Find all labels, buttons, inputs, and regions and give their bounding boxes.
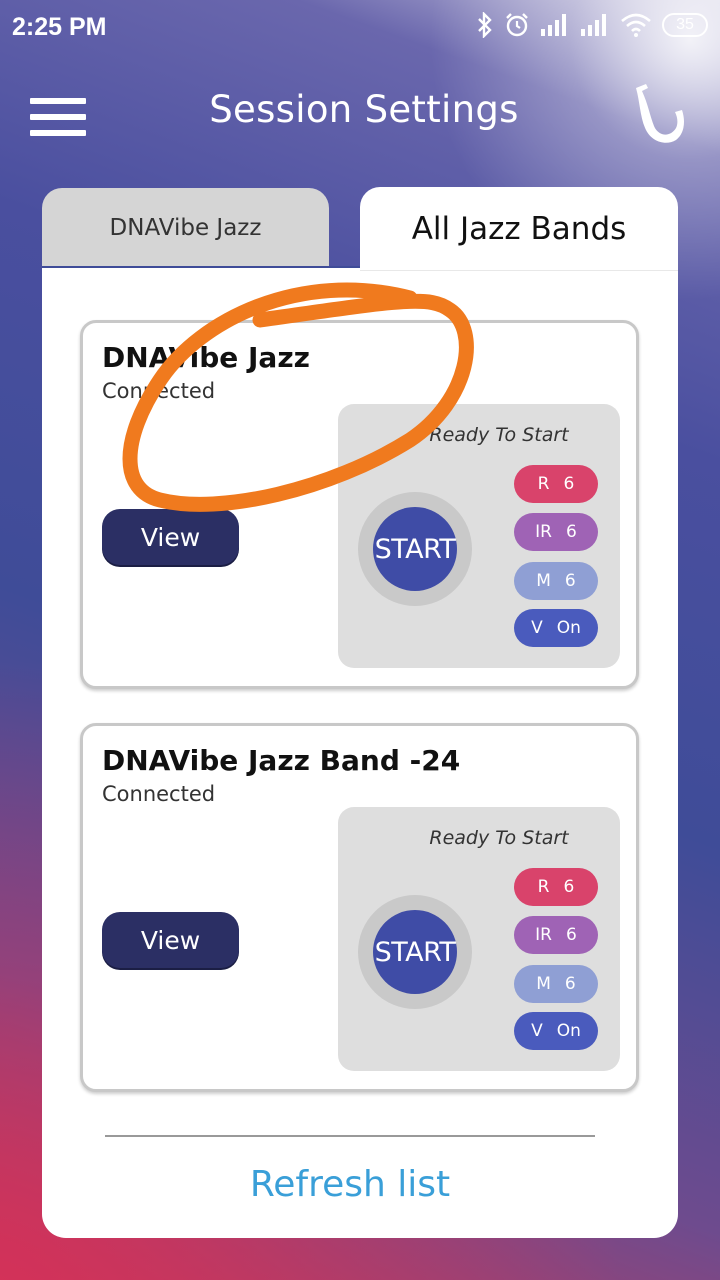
tab-label: DNAVibe Jazz	[109, 215, 262, 241]
indicator-r: R 6	[514, 465, 598, 503]
ready-status: Ready To Start	[429, 424, 569, 446]
start-label: START	[373, 507, 457, 591]
saxophone-icon[interactable]	[628, 82, 688, 144]
tab-all-jazz-bands[interactable]: All Jazz Bands	[360, 187, 678, 271]
device-name: DNAVibe Jazz	[102, 341, 310, 374]
session-control: Ready To Start START R 6 IR 6 M 6 V On	[338, 404, 620, 668]
alarm-icon	[506, 13, 528, 37]
indicator-value: 6	[563, 474, 575, 494]
indicator-value: 6	[566, 925, 577, 945]
start-button[interactable]: START	[358, 492, 472, 606]
device-card: DNAVibe Jazz Connected View Ready To Sta…	[80, 320, 639, 689]
battery-level: 35	[676, 16, 694, 33]
indicator-value: 6	[563, 877, 575, 897]
indicator-key: IR	[535, 522, 552, 542]
indicator-key: R	[537, 877, 550, 897]
status-bar: 2:25 PM 35	[0, 0, 720, 54]
wifi-icon	[621, 13, 651, 37]
indicator-value: 6	[566, 522, 577, 542]
indicator-value: 6	[564, 571, 576, 591]
device-status: Connected	[102, 782, 216, 806]
start-label: START	[373, 910, 457, 994]
indicator-key: V	[531, 618, 543, 638]
indicator-r: R 6	[514, 868, 598, 906]
session-control: Ready To Start START R 6 IR 6 M 6 V On	[338, 807, 620, 1071]
tab-dnavibe-jazz[interactable]: DNAVibe Jazz	[42, 188, 329, 268]
indicator-key: M	[536, 571, 551, 591]
device-card: DNAVibe Jazz Band -24 Connected View Rea…	[80, 723, 639, 1092]
indicator-v: V On	[514, 609, 598, 647]
battery-icon: 35	[662, 13, 708, 37]
indicator-v: V On	[514, 1012, 598, 1050]
indicator-key: M	[536, 974, 551, 994]
status-time: 2:25 PM	[12, 12, 107, 41]
signal-icon	[541, 14, 566, 36]
indicator-value: 6	[564, 974, 576, 994]
device-name: DNAVibe Jazz Band -24	[102, 744, 461, 777]
tab-label: All Jazz Bands	[411, 211, 627, 247]
start-button[interactable]: START	[358, 895, 472, 1009]
list-divider	[105, 1135, 595, 1137]
view-button[interactable]: View	[102, 509, 239, 565]
signal-icon	[581, 14, 606, 36]
indicator-value: On	[556, 1021, 581, 1041]
indicator-value: On	[556, 618, 581, 638]
indicator-ir: IR 6	[514, 513, 598, 551]
page-title: Session Settings	[209, 88, 519, 131]
bluetooth-icon	[478, 12, 492, 38]
indicator-m: M 6	[514, 965, 598, 1003]
ready-status: Ready To Start	[429, 827, 569, 849]
indicator-key: R	[537, 474, 550, 494]
indicator-key: IR	[535, 925, 552, 945]
view-button[interactable]: View	[102, 912, 239, 968]
indicator-key: V	[531, 1021, 543, 1041]
panel-divider	[360, 270, 678, 271]
status-icons: 35	[476, 12, 708, 38]
refresh-list-button[interactable]: Refresh list	[0, 1164, 700, 1205]
indicator-m: M 6	[514, 562, 598, 600]
indicator-ir: IR 6	[514, 916, 598, 954]
app-bar: Session Settings	[0, 70, 720, 160]
device-status: Connected	[102, 379, 216, 403]
